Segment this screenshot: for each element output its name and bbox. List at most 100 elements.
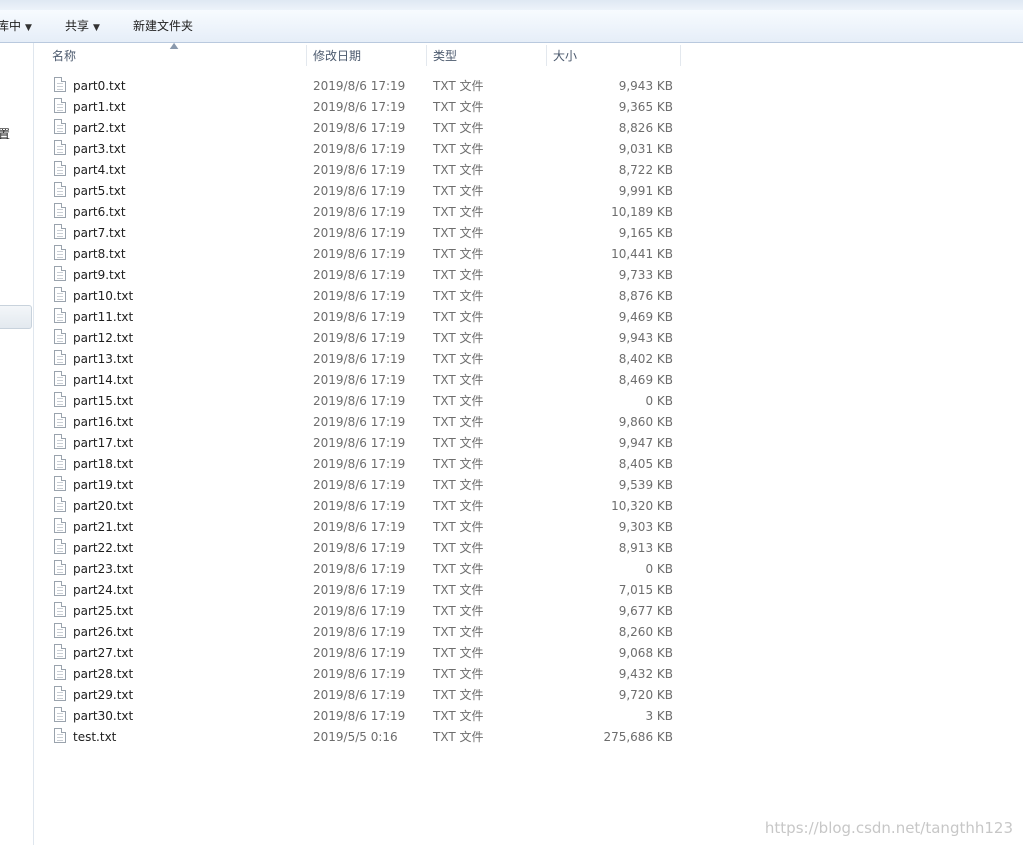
- file-date-modified: 2019/8/6 17:19: [313, 457, 406, 471]
- file-row[interactable]: part16.txt 2019/8/6 17:19 TXT 文件 9,860 KB: [34, 412, 734, 433]
- include-in-library-button[interactable]: 库中 ▼: [0, 17, 32, 35]
- file-row[interactable]: part17.txt 2019/8/6 17:19 TXT 文件 9,947 KB: [34, 433, 734, 454]
- new-folder-label: 新建文件夹: [133, 19, 194, 33]
- file-date-modified: 2019/8/6 17:19: [313, 667, 406, 681]
- file-name: part21.txt: [73, 520, 134, 534]
- file-name: part3.txt: [73, 142, 126, 156]
- text-file-icon: [54, 182, 66, 197]
- file-type: TXT 文件: [433, 562, 484, 576]
- file-row[interactable]: part15.txt 2019/8/6 17:19 TXT 文件 0 KB: [34, 391, 734, 412]
- column-header-date[interactable]: 修改日期: [307, 43, 426, 68]
- file-size: 9,469 KB: [618, 310, 673, 324]
- chevron-down-icon: ▼: [25, 23, 32, 33]
- file-size: 8,722 KB: [618, 163, 673, 177]
- new-folder-button[interactable]: 新建文件夹: [133, 17, 193, 35]
- file-name: part7.txt: [73, 226, 126, 240]
- file-size: 9,068 KB: [618, 646, 673, 660]
- file-row[interactable]: part7.txt 2019/8/6 17:19 TXT 文件 9,165 KB: [34, 223, 734, 244]
- file-row[interactable]: part13.txt 2019/8/6 17:19 TXT 文件 8,402 KB: [34, 349, 734, 370]
- file-type: TXT 文件: [433, 688, 484, 702]
- file-row[interactable]: part23.txt 2019/8/6 17:19 TXT 文件 0 KB: [34, 559, 734, 580]
- file-size: 9,943 KB: [618, 79, 673, 93]
- file-name: part1.txt: [73, 100, 126, 114]
- file-row[interactable]: part20.txt 2019/8/6 17:19 TXT 文件 10,320 KB: [34, 496, 734, 517]
- file-date-modified: 2019/8/6 17:19: [313, 478, 406, 492]
- column-header-type[interactable]: 类型: [427, 43, 546, 68]
- file-row[interactable]: part22.txt 2019/8/6 17:19 TXT 文件 8,913 KB: [34, 538, 734, 559]
- file-date-modified: 2019/8/6 17:19: [313, 541, 406, 555]
- file-row[interactable]: part29.txt 2019/8/6 17:19 TXT 文件 9,720 KB: [34, 685, 734, 706]
- column-divider[interactable]: [680, 45, 681, 66]
- file-list[interactable]: 名称 ▲ 修改日期 类型 大小 part0.txt 2019/8/6 17:19 T…: [34, 41, 1023, 845]
- text-file-icon: [54, 497, 66, 512]
- file-row[interactable]: part12.txt 2019/8/6 17:19 TXT 文件 9,943 KB: [34, 328, 734, 349]
- file-row[interactable]: part26.txt 2019/8/6 17:19 TXT 文件 8,260 KB: [34, 622, 734, 643]
- file-row[interactable]: part30.txt 2019/8/6 17:19 TXT 文件 3 KB: [34, 706, 734, 727]
- watermark-text: https://blog.csdn.net/tangthh123: [764, 819, 1013, 837]
- file-date-modified: 2019/8/6 17:19: [313, 583, 406, 597]
- file-row[interactable]: part10.txt 2019/8/6 17:19 TXT 文件 8,876 KB: [34, 286, 734, 307]
- file-name: part24.txt: [73, 583, 134, 597]
- file-row[interactable]: part1.txt 2019/8/6 17:19 TXT 文件 9,365 KB: [34, 97, 734, 118]
- file-size: 8,913 KB: [618, 541, 673, 555]
- file-type: TXT 文件: [433, 184, 484, 198]
- file-name: part16.txt: [73, 415, 134, 429]
- file-date-modified: 2019/8/6 17:19: [313, 79, 406, 93]
- file-size: 9,720 KB: [618, 688, 673, 702]
- file-row[interactable]: part25.txt 2019/8/6 17:19 TXT 文件 9,677 KB: [34, 601, 734, 622]
- nav-item-selected[interactable]: [0, 305, 32, 329]
- file-date-modified: 2019/8/6 17:19: [313, 562, 406, 576]
- file-type: TXT 文件: [433, 331, 484, 345]
- file-row[interactable]: part11.txt 2019/8/6 17:19 TXT 文件 9,469 KB: [34, 307, 734, 328]
- file-type: TXT 文件: [433, 79, 484, 93]
- file-name: part17.txt: [73, 436, 134, 450]
- file-row[interactable]: part0.txt 2019/8/6 17:19 TXT 文件 9,943 KB: [34, 76, 734, 97]
- share-button[interactable]: 共享 ▼: [65, 17, 100, 35]
- file-row[interactable]: part14.txt 2019/8/6 17:19 TXT 文件 8,469 KB: [34, 370, 734, 391]
- file-row[interactable]: part4.txt 2019/8/6 17:19 TXT 文件 8,722 KB: [34, 160, 734, 181]
- file-date-modified: 2019/8/6 17:19: [313, 226, 406, 240]
- column-header-type-label: 类型: [433, 49, 458, 63]
- text-file-icon: [54, 287, 66, 302]
- file-name: part14.txt: [73, 373, 134, 387]
- text-file-icon: [54, 350, 66, 365]
- file-row[interactable]: part18.txt 2019/8/6 17:19 TXT 文件 8,405 KB: [34, 454, 734, 475]
- file-size: 9,947 KB: [618, 436, 673, 450]
- file-size: 9,860 KB: [618, 415, 673, 429]
- file-row[interactable]: part3.txt 2019/8/6 17:19 TXT 文件 9,031 KB: [34, 139, 734, 160]
- file-size: 7,015 KB: [618, 583, 673, 597]
- text-file-icon: [54, 518, 66, 533]
- file-row[interactable]: part2.txt 2019/8/6 17:19 TXT 文件 8,826 KB: [34, 118, 734, 139]
- file-name: part8.txt: [73, 247, 126, 261]
- navigation-pane[interactable]: 置: [0, 43, 34, 845]
- file-date-modified: 2019/8/6 17:19: [313, 331, 406, 345]
- file-row[interactable]: part9.txt 2019/8/6 17:19 TXT 文件 9,733 KB: [34, 265, 734, 286]
- file-row[interactable]: part19.txt 2019/8/6 17:19 TXT 文件 9,539 KB: [34, 475, 734, 496]
- column-header-size[interactable]: 大小: [547, 43, 680, 68]
- file-row[interactable]: part24.txt 2019/8/6 17:19 TXT 文件 7,015 KB: [34, 580, 734, 601]
- file-name: part4.txt: [73, 163, 126, 177]
- text-file-icon: [54, 245, 66, 260]
- file-name: part25.txt: [73, 604, 134, 618]
- file-size: 9,733 KB: [618, 268, 673, 282]
- file-date-modified: 2019/5/5 0:16: [313, 730, 398, 744]
- file-type: TXT 文件: [433, 541, 484, 555]
- file-type: TXT 文件: [433, 142, 484, 156]
- file-size: 8,260 KB: [618, 625, 673, 639]
- file-size: 0 KB: [645, 394, 673, 408]
- file-date-modified: 2019/8/6 17:19: [313, 394, 406, 408]
- file-size: 0 KB: [645, 562, 673, 576]
- file-row[interactable]: part28.txt 2019/8/6 17:19 TXT 文件 9,432 KB: [34, 664, 734, 685]
- nav-item-partial-label[interactable]: 置: [0, 125, 10, 142]
- file-row[interactable]: part6.txt 2019/8/6 17:19 TXT 文件 10,189 KB: [34, 202, 734, 223]
- file-name: part19.txt: [73, 478, 134, 492]
- file-row[interactable]: part27.txt 2019/8/6 17:19 TXT 文件 9,068 KB: [34, 643, 734, 664]
- file-row[interactable]: part8.txt 2019/8/6 17:19 TXT 文件 10,441 KB: [34, 244, 734, 265]
- file-row[interactable]: part5.txt 2019/8/6 17:19 TXT 文件 9,991 KB: [34, 181, 734, 202]
- file-row[interactable]: part21.txt 2019/8/6 17:19 TXT 文件 9,303 KB: [34, 517, 734, 538]
- file-row[interactable]: test.txt 2019/5/5 0:16 TXT 文件 275,686 KB: [34, 727, 734, 748]
- file-type: TXT 文件: [433, 625, 484, 639]
- file-name: part22.txt: [73, 541, 134, 555]
- file-type: TXT 文件: [433, 478, 484, 492]
- file-date-modified: 2019/8/6 17:19: [313, 709, 406, 723]
